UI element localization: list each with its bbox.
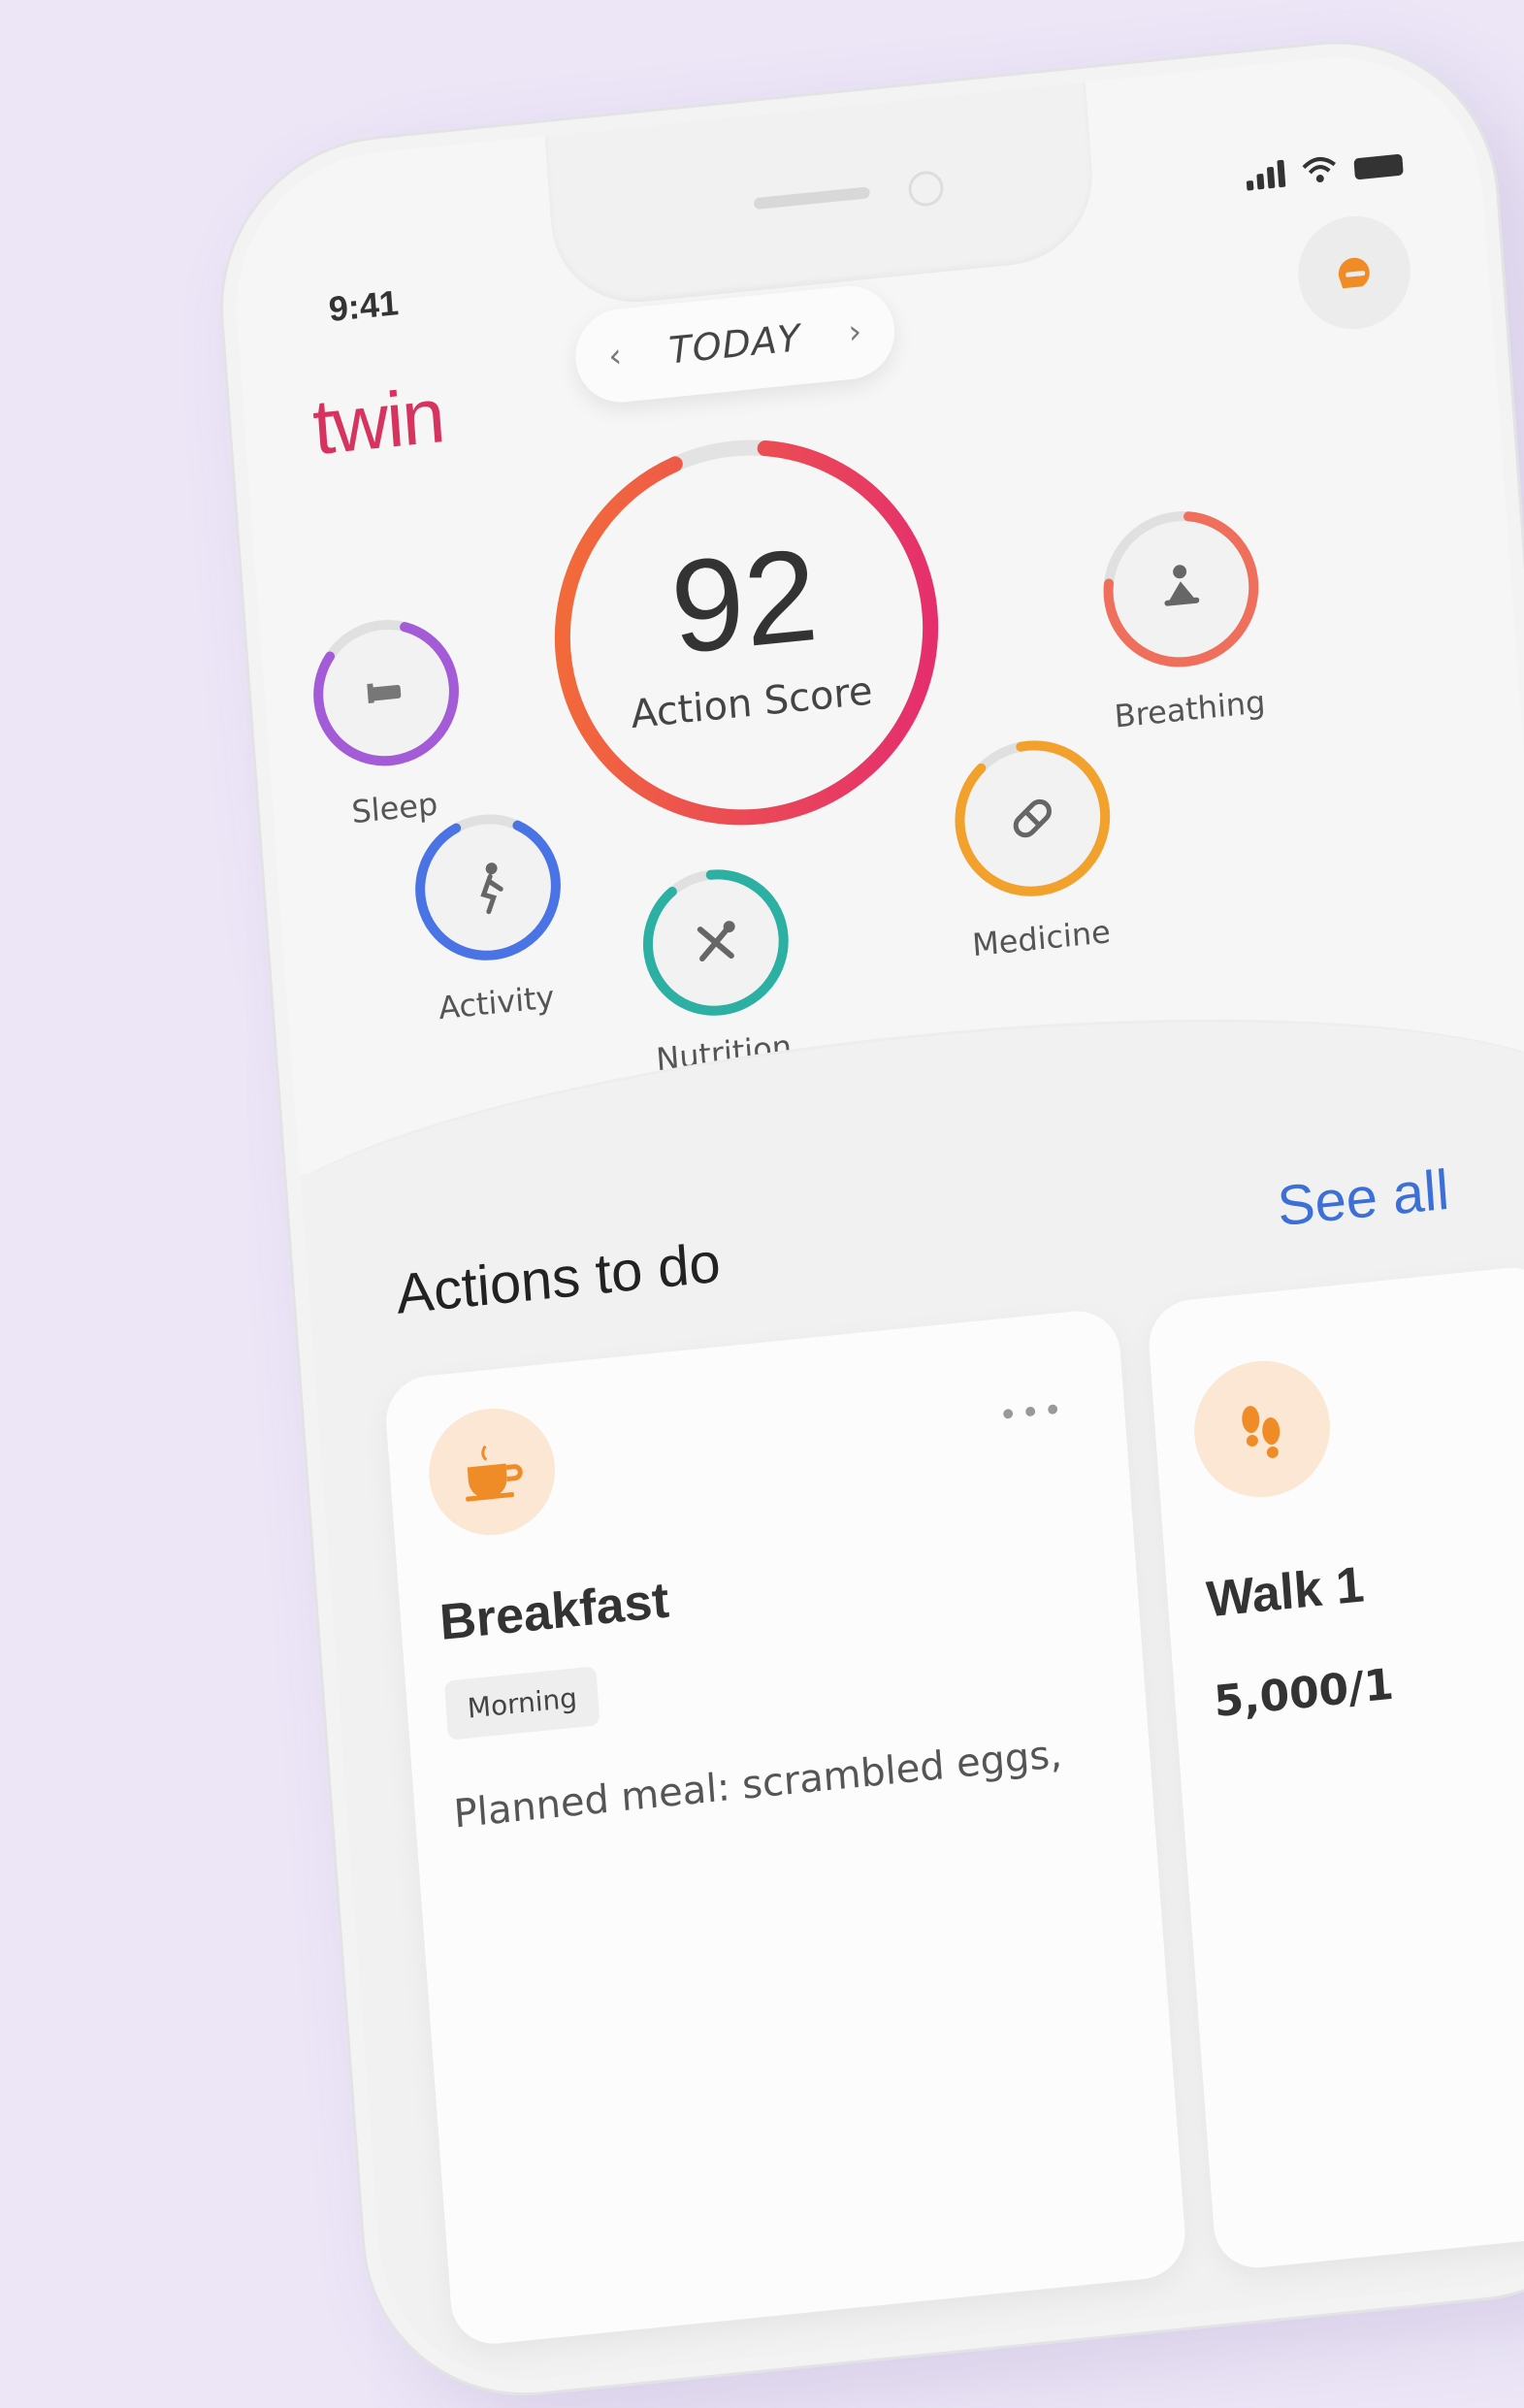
- action-card-title: Breakfast: [438, 1572, 671, 1651]
- action-card-breakfast[interactable]: ••• Breakfast Morning Planned meal: scra…: [382, 1307, 1188, 2349]
- metric-activity[interactable]: [400, 797, 576, 977]
- metric-label-activity: Activity: [437, 978, 556, 1027]
- coffee-cup-icon: [424, 1402, 560, 1542]
- metric-sleep[interactable]: [298, 602, 474, 783]
- app-logo: twin: [309, 372, 446, 472]
- action-card-metric: 5,000/1: [1212, 1659, 1396, 1728]
- status-icons: [1245, 148, 1404, 191]
- action-card-title: Walk 1: [1204, 1556, 1367, 1629]
- app-screen: 9:41 twin ‹ TODAY › 92 Action Score Slee…: [225, 43, 1524, 2408]
- notch: [543, 72, 1099, 310]
- more-options-icon[interactable]: •••: [997, 1390, 1067, 1436]
- metric-nutrition[interactable]: [628, 852, 804, 1032]
- camera: [907, 169, 945, 209]
- chevron-right-icon[interactable]: ›: [847, 312, 862, 352]
- signal-icon: [1245, 159, 1286, 191]
- footprints-icon: [1189, 1354, 1335, 1504]
- action-card-tag: Morning: [443, 1666, 600, 1741]
- chat-icon: [1338, 257, 1370, 289]
- battery-icon: [1353, 153, 1404, 180]
- metric-medicine[interactable]: [939, 723, 1125, 914]
- status-time: 9:41: [327, 282, 401, 330]
- metric-breathing[interactable]: [1087, 494, 1274, 685]
- date-label: TODAY: [667, 316, 803, 373]
- stage: 9:41 twin ‹ TODAY › 92 Action Score Slee…: [0, 0, 1524, 2408]
- speaker: [753, 186, 871, 211]
- metric-label-medicine: Medicine: [970, 913, 1112, 964]
- chevron-left-icon[interactable]: ‹: [607, 336, 623, 375]
- action-card-description: Planned meal: scrambled eggs,: [452, 1732, 1064, 1838]
- phone-frame: 9:41 twin ‹ TODAY › 92 Action Score Slee…: [211, 28, 1524, 2408]
- wifi-icon: [1302, 157, 1337, 183]
- chat-button[interactable]: [1294, 211, 1415, 335]
